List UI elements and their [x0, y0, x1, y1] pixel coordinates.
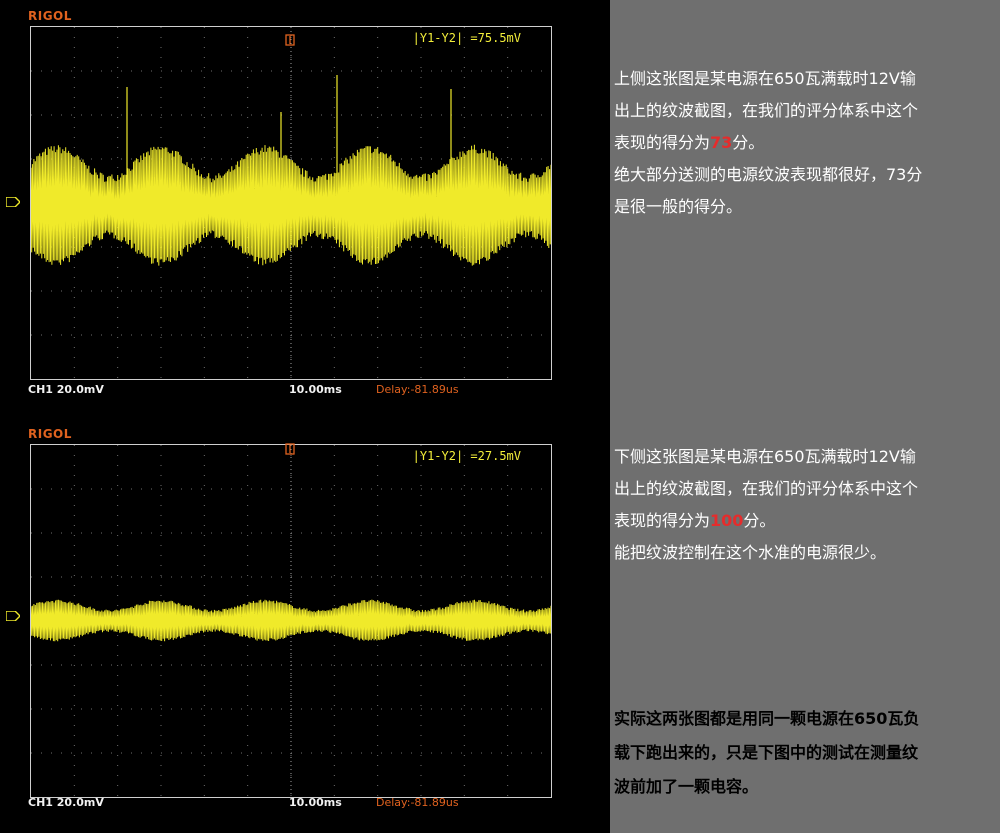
channel-ground-marker-icon [6, 197, 20, 207]
waveform-plot [31, 27, 551, 379]
score-value: 73 [710, 133, 733, 152]
text-line: 出上的纹波截图，在我们的评分体系中这个 [614, 479, 919, 498]
trigger-delay: Delay:-81.89us [376, 796, 459, 809]
measurement-readout: |Y1-Y2| =75.5mV [412, 31, 521, 45]
text-line: 出上的纹波截图，在我们的评分体系中这个 [614, 101, 919, 120]
score-value: 100 [710, 511, 744, 530]
scope-screen: |Y1-Y2| =75.5mV [30, 26, 552, 380]
text-line: 载下跑出来的，只是下图中的测试在测量纹 [614, 743, 919, 762]
channel-ground-marker-icon [6, 611, 20, 621]
waveform-plot [31, 445, 551, 797]
text-line: 下侧这张图是某电源在650瓦满载时12V输 [614, 447, 916, 466]
channel-scale: CH1 20.0mV [28, 796, 104, 809]
brand-label: RIGOL [28, 427, 72, 441]
timebase: 10.00ms [289, 383, 342, 396]
brand-label: RIGOL [28, 9, 72, 23]
scope-capture-top: RIGOL |Y1-Y2| =75.5mV CH1 20.0mV 10.00ms… [0, 0, 610, 410]
conclusion-note: 实际这两张图都是用同一颗电源在650瓦负 载下跑出来的，只是下图中的测试在测量纹… [614, 702, 1000, 804]
text-fragment: 表现的得分为 [614, 133, 711, 152]
text-line: 绝大部分送测的电源纹波表现都很好，73分 [614, 165, 923, 184]
text-line: 实际这两张图都是用同一颗电源在650瓦负 [614, 709, 920, 728]
oscilloscope-column: RIGOL |Y1-Y2| =75.5mV CH1 20.0mV 10.00ms… [0, 0, 610, 833]
text-line: 能把纹波控制在这个水准的电源很少。 [614, 543, 887, 562]
timebase: 10.00ms [289, 796, 342, 809]
text-line: 波前加了一颗电容。 [614, 777, 759, 796]
top-commentary: 上侧这张图是某电源在650瓦满载时12V输 出上的纹波截图，在我们的评分体系中这… [614, 64, 1000, 224]
measurement-readout: |Y1-Y2| =27.5mV [412, 449, 521, 463]
score-line: 表现的得分为100分。 [614, 506, 1000, 538]
score-line: 表现的得分为73分。 [614, 128, 1000, 160]
text-line: 是很一般的得分。 [614, 197, 743, 216]
trigger-position-icon [285, 443, 295, 455]
channel-scale: CH1 20.0mV [28, 383, 104, 396]
trigger-delay: Delay:-81.89us [376, 383, 459, 396]
scope-screen: |Y1-Y2| =27.5mV [30, 444, 552, 798]
text-fragment: 表现的得分为 [614, 511, 711, 530]
scope-capture-bottom: RIGOL |Y1-Y2| =27.5mV CH1 20.0mV 10.00ms… [0, 420, 610, 830]
text-fragment: 分。 [743, 511, 776, 530]
text-fragment: 分。 [732, 133, 765, 152]
bottom-commentary: 下侧这张图是某电源在650瓦满载时12V输 出上的纹波截图，在我们的评分体系中这… [614, 442, 1000, 570]
trigger-position-icon [285, 34, 295, 46]
text-line: 上侧这张图是某电源在650瓦满载时12V输 [614, 69, 916, 88]
